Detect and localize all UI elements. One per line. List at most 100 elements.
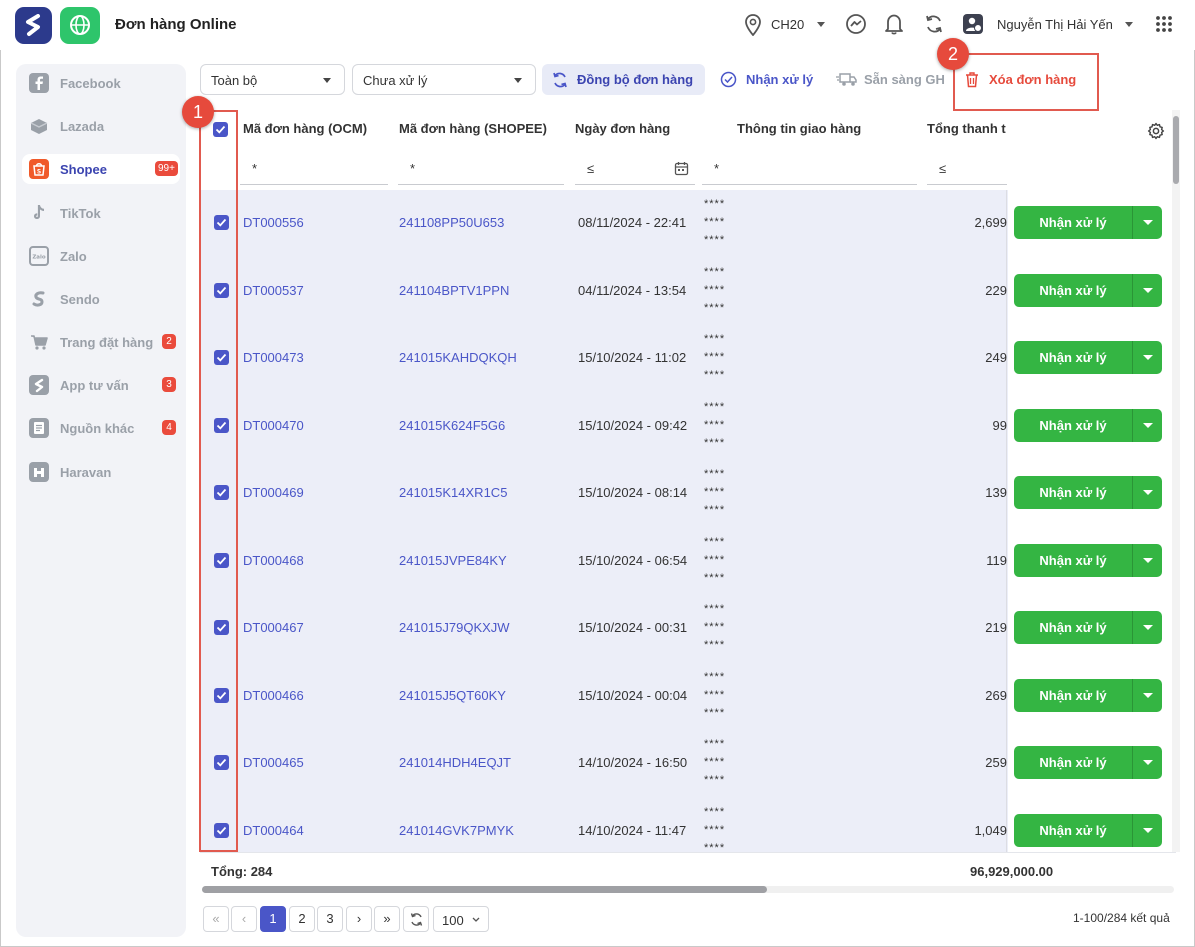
order-code-shopee-link[interactable]: 241015J5QT60KY	[399, 688, 506, 703]
chevron-down-icon[interactable]	[1143, 423, 1153, 428]
filter-shipping[interactable]: *	[702, 151, 917, 185]
order-code-ocm-link[interactable]: DT000470	[243, 418, 304, 433]
user-name[interactable]: Nguyễn Thị Hải Yến	[997, 17, 1113, 32]
table-row[interactable]: DT000467 241015J79QKXJW 15/10/2024 - 00:31…	[200, 595, 1180, 662]
sidebar-item-order-page[interactable]: Trang đặt hàng 2	[22, 327, 180, 357]
chevron-down-icon[interactable]	[1143, 355, 1153, 360]
receive-order-button[interactable]: Nhận xử lý	[1014, 274, 1162, 307]
chevron-down-icon[interactable]	[1143, 558, 1153, 563]
table-row[interactable]: DT000464 241014GVK7PMYK 14/10/2024 - 11:47…	[200, 798, 1180, 852]
settings-gear-icon[interactable]	[1147, 122, 1165, 143]
table-row[interactable]: DT000466 241015J5QT60KY 15/10/2024 - 00:04…	[200, 663, 1180, 730]
sidebar-item-facebook[interactable]: Facebook	[22, 68, 180, 98]
order-code-shopee-link[interactable]: 241014GVK7PMYK	[399, 823, 514, 838]
user-avatar-icon[interactable]	[962, 13, 984, 38]
order-code-ocm-link[interactable]: DT000467	[243, 620, 304, 635]
chevron-down-icon[interactable]	[1143, 490, 1153, 495]
messenger-icon[interactable]	[845, 13, 867, 38]
order-code-ocm-link[interactable]: DT000469	[243, 485, 304, 500]
filter-ocm[interactable]: *	[240, 151, 388, 185]
table-row[interactable]: DT000468 241015JVPE84KY 15/10/2024 - 06:54…	[200, 528, 1180, 595]
refresh-icon[interactable]	[923, 13, 945, 38]
sidebar-item-lazada[interactable]: Lazada	[22, 111, 180, 141]
table-row[interactable]: DT000469 241015K14XR1C5 15/10/2024 - 08:14…	[200, 460, 1180, 527]
table-row[interactable]: DT000537 241104BPTV1PPN 04/11/2024 - 13:54…	[200, 258, 1180, 325]
sidebar-item-shopee[interactable]: S Shopee 99+	[22, 154, 180, 184]
column-header-shopee[interactable]: Mã đơn hàng (SHOPEE)	[399, 121, 547, 136]
filter-shopee[interactable]: *	[398, 151, 564, 185]
column-header-ocm[interactable]: Mã đơn hàng (OCM)	[243, 121, 367, 136]
filter-date[interactable]: ≤	[575, 151, 695, 185]
page-button[interactable]: 2	[289, 906, 315, 932]
receive-order-button[interactable]: Nhận xử lý	[1014, 814, 1162, 847]
scrollbar-thumb[interactable]	[1173, 116, 1179, 184]
scrollbar-thumb[interactable]	[202, 886, 767, 893]
first-page-button[interactable]: «	[203, 906, 229, 932]
receive-order-button[interactable]: Nhận xử lý	[1014, 746, 1162, 779]
receive-order-button[interactable]: Nhận xử lý	[1014, 206, 1162, 239]
page-button[interactable]: 1	[260, 906, 286, 932]
order-code-shopee-link[interactable]: 241015J79QKXJW	[399, 620, 510, 635]
horizontal-scrollbar[interactable]	[202, 886, 1174, 893]
vertical-scrollbar[interactable]	[1172, 110, 1180, 852]
sidebar-item-consult-app[interactable]: App tư vấn 3	[22, 370, 180, 400]
page-size-select[interactable]: 100	[433, 906, 489, 932]
order-code-shopee-link[interactable]: 241108PP50U653	[399, 215, 504, 230]
page-button[interactable]: 3	[317, 906, 343, 932]
sync-orders-button[interactable]: Đồng bộ đơn hàng	[542, 64, 705, 95]
sidebar-item-zalo[interactable]: Zalo Zalo	[22, 241, 180, 271]
receive-order-button[interactable]: Nhận xử lý	[1014, 611, 1162, 644]
sidebar-item-haravan[interactable]: Haravan	[22, 457, 180, 487]
order-code-ocm-link[interactable]: DT000556	[243, 215, 304, 230]
store-selector[interactable]: CH20	[771, 17, 804, 32]
sidebar-item-sendo[interactable]: Sendo	[22, 284, 180, 314]
reload-button[interactable]	[403, 906, 429, 932]
order-code-ocm-link[interactable]: DT000465	[243, 755, 304, 770]
order-code-ocm-link[interactable]: DT000473	[243, 350, 304, 365]
last-page-button[interactable]: »	[374, 906, 400, 932]
receive-order-button[interactable]: Nhận xử lý	[1014, 544, 1162, 577]
table-row[interactable]: DT000473 241015KAHDQKQH 15/10/2024 - 11:02…	[200, 325, 1180, 392]
order-code-shopee-link[interactable]: 241015K624F5G6	[399, 418, 505, 433]
table-row[interactable]: DT000470 241015K624F5G6 15/10/2024 - 09:42…	[200, 393, 1180, 460]
receive-order-button[interactable]: Nhận xử lý	[1014, 341, 1162, 374]
receive-order-button[interactable]: Nhận xử lý	[1014, 409, 1162, 442]
chevron-down-icon[interactable]	[1143, 760, 1153, 765]
calendar-icon[interactable]	[674, 161, 689, 176]
order-code-shopee-link[interactable]: 241015K14XR1C5	[399, 485, 507, 500]
column-header-shipping[interactable]: Thông tin giao hàng	[737, 121, 861, 136]
order-code-shopee-link[interactable]: 241104BPTV1PPN	[399, 283, 509, 298]
app-logo[interactable]	[15, 7, 52, 44]
prev-page-button[interactable]: ‹	[231, 906, 257, 932]
chevron-down-icon[interactable]	[1143, 828, 1153, 833]
order-code-shopee-link[interactable]: 241015KAHDQKQH	[399, 350, 517, 365]
chevron-down-icon[interactable]	[1125, 22, 1133, 27]
status-dropdown[interactable]: Chưa xử lý	[352, 64, 536, 95]
chevron-down-icon[interactable]	[1143, 288, 1153, 293]
bell-icon[interactable]	[884, 13, 904, 38]
chevron-down-icon[interactable]	[1143, 220, 1153, 225]
order-code-shopee-link[interactable]: 241014HDH4EQJT	[399, 755, 511, 770]
next-page-button[interactable]: ›	[346, 906, 372, 932]
chevron-down-icon[interactable]	[817, 22, 825, 27]
filter-total[interactable]: ≤	[927, 151, 1007, 185]
sidebar-item-tiktok[interactable]: TikTok	[22, 198, 180, 228]
receive-order-button[interactable]: Nhận xử lý	[1014, 679, 1162, 712]
column-header-date[interactable]: Ngày đơn hàng	[575, 121, 670, 136]
table-row[interactable]: DT000556 241108PP50U653 08/11/2024 - 22:41…	[200, 190, 1180, 257]
scope-dropdown[interactable]: Toàn bộ	[200, 64, 345, 95]
column-header-total[interactable]: Tổng thanh t	[927, 121, 1007, 136]
order-code-ocm-link[interactable]: DT000464	[243, 823, 304, 838]
apps-grid-icon[interactable]	[1155, 15, 1173, 36]
order-code-ocm-link[interactable]: DT000537	[243, 283, 304, 298]
order-code-ocm-link[interactable]: DT000468	[243, 553, 304, 568]
chevron-down-icon[interactable]	[1143, 625, 1153, 630]
receive-order-button[interactable]: Nhận xử lý	[1014, 476, 1162, 509]
order-code-shopee-link[interactable]: 241015JVPE84KY	[399, 553, 507, 568]
sidebar-item-other-sources[interactable]: Nguồn khác 4	[22, 413, 180, 443]
chevron-down-icon[interactable]	[1143, 693, 1153, 698]
location-pin-icon[interactable]	[744, 14, 762, 39]
order-code-ocm-link[interactable]: DT000466	[243, 688, 304, 703]
table-row[interactable]: DT000465 241014HDH4EQJT 14/10/2024 - 16:50…	[200, 730, 1180, 797]
globe-icon[interactable]	[60, 7, 100, 44]
